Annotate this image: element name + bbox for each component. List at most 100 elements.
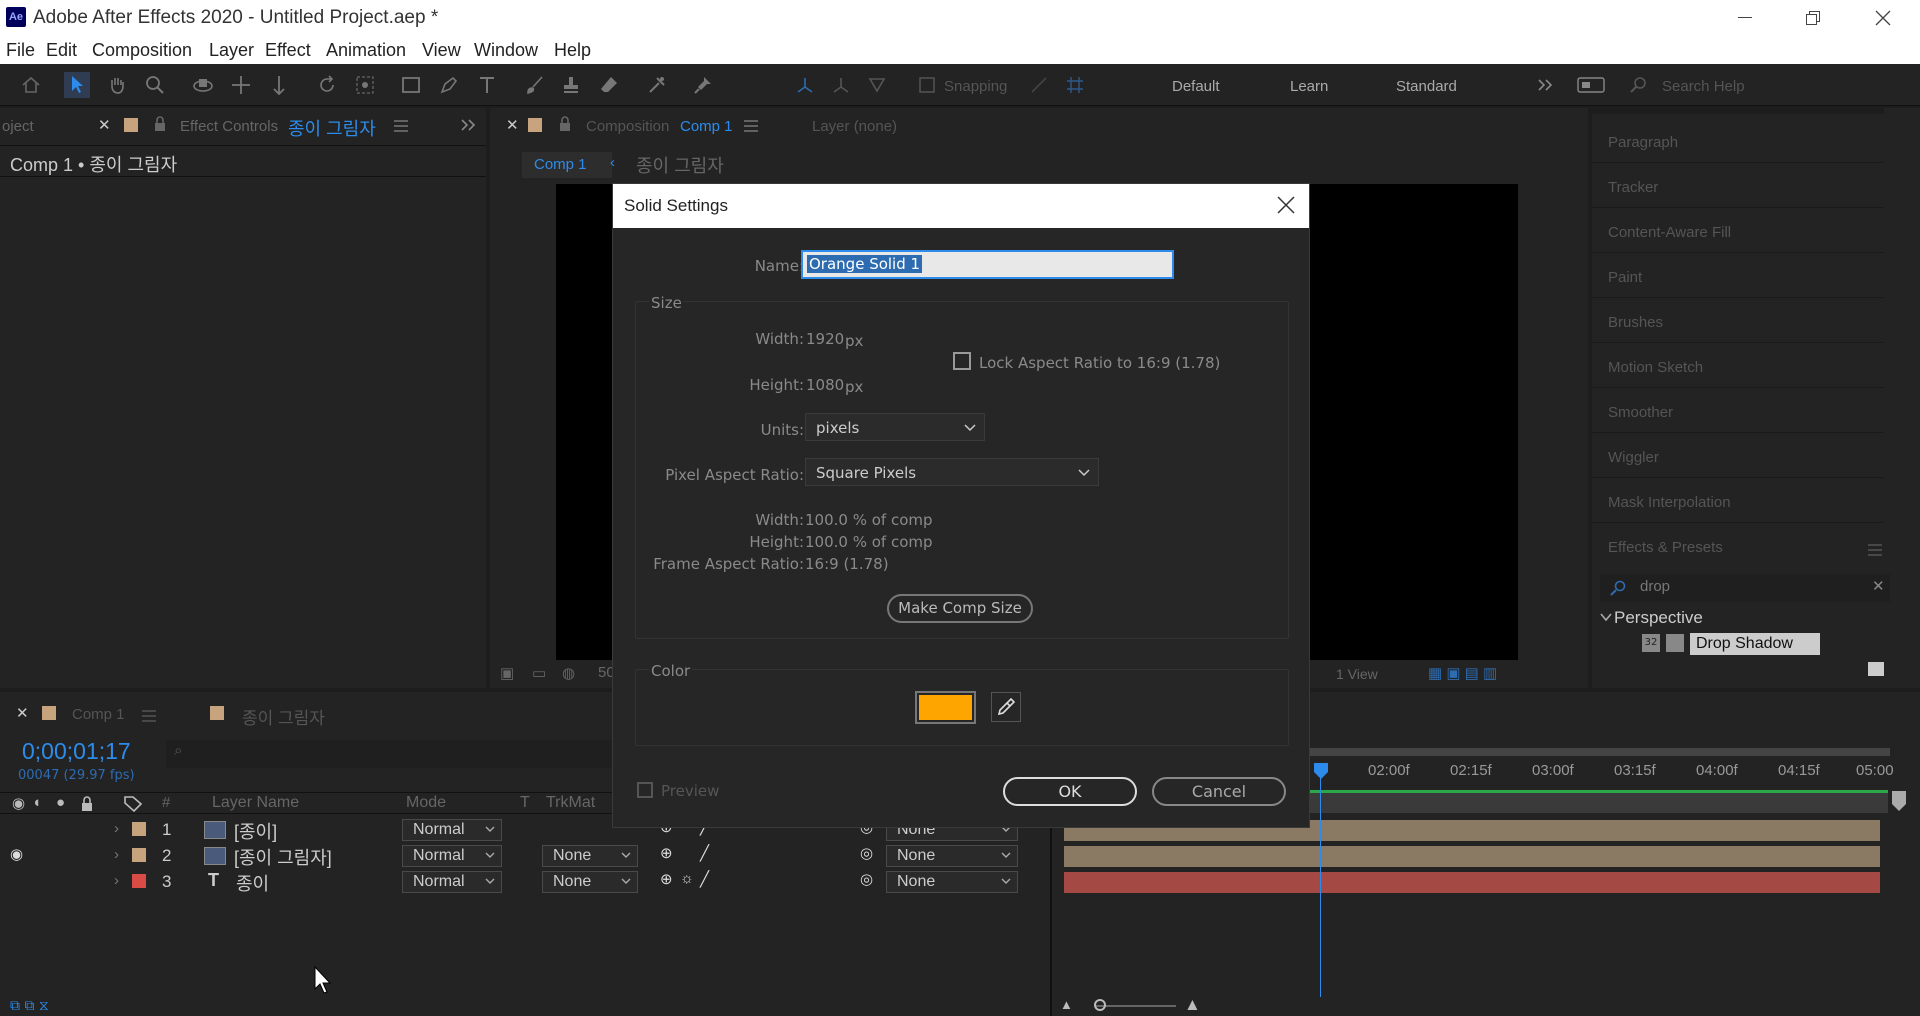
lock-icon[interactable] <box>80 796 94 812</box>
view-axis-icon[interactable] <box>864 72 890 98</box>
layer-label-color[interactable] <box>132 822 146 836</box>
tab-timeline-comp[interactable]: Comp 1 <box>72 706 125 723</box>
zoom-out-icon[interactable]: ▲ <box>1060 997 1073 1012</box>
expand-panels-icon[interactable] <box>460 118 476 132</box>
menu-file[interactable]: File <box>6 40 35 61</box>
menu-edit[interactable]: Edit <box>46 40 77 61</box>
more-workspaces-icon[interactable] <box>1532 72 1558 98</box>
tab-timeline-layer[interactable]: 종이 그림자 <box>242 704 325 729</box>
panel-menu-icon[interactable] <box>1868 544 1882 556</box>
layer-label-color[interactable] <box>132 874 146 888</box>
restore-button[interactable] <box>1784 0 1842 36</box>
channels-icon[interactable]: ◍ <box>562 664 575 682</box>
sync-settings-icon[interactable] <box>1576 72 1606 98</box>
workspace-default[interactable]: Default <box>1172 78 1220 95</box>
panel-mask-interpolation[interactable]: Mask Interpolation <box>1608 494 1731 511</box>
menu-help[interactable]: Help <box>554 40 591 61</box>
preview-checkbox[interactable] <box>637 782 653 798</box>
puppet-pin-tool-icon[interactable] <box>690 72 716 98</box>
world-axis-icon[interactable] <box>828 72 854 98</box>
cancel-button[interactable]: Cancel <box>1152 777 1286 806</box>
shy-switch-icon[interactable]: ⊕ <box>660 844 673 862</box>
brush-tool-icon[interactable] <box>522 72 548 98</box>
rectangle-tool-icon[interactable] <box>398 72 424 98</box>
playhead-line[interactable] <box>1320 764 1321 1016</box>
panel-menu-icon[interactable] <box>744 120 758 132</box>
panel-brushes[interactable]: Brushes <box>1608 314 1663 331</box>
layer-label-color[interactable] <box>132 848 146 862</box>
solo-icon[interactable]: ● <box>56 794 65 811</box>
panel-wiggler[interactable]: Wiggler <box>1608 449 1659 466</box>
expand-layer-icon[interactable]: › <box>114 872 119 889</box>
menu-layer[interactable]: Layer <box>209 40 254 61</box>
quality-switch-icon[interactable]: ╱ <box>700 844 709 862</box>
lock-icon[interactable] <box>153 116 167 132</box>
local-axis-icon[interactable] <box>792 72 818 98</box>
snap-feather-icon[interactable] <box>1026 72 1052 98</box>
panel-menu-icon[interactable] <box>142 710 156 722</box>
pen-tool-icon[interactable] <box>436 72 462 98</box>
orbit-camera-icon[interactable] <box>190 72 216 98</box>
timeline-footer-icons[interactable]: ⧉ ⧉ ⧖ <box>10 998 49 1014</box>
pan-behind-tool-icon[interactable] <box>352 72 378 98</box>
pan-camera-icon[interactable] <box>228 72 254 98</box>
layer-row-2[interactable]: ◉ › 2 [종이 그림자] Normal None ⊕ ╱ ◎ None <box>0 844 1050 869</box>
workspace-standard[interactable]: Standard <box>1396 78 1457 95</box>
menu-composition[interactable]: Composition <box>92 40 192 61</box>
roto-brush-tool-icon[interactable] <box>644 72 670 98</box>
panel-smoother[interactable]: Smoother <box>1608 404 1673 421</box>
work-area-bar[interactable] <box>1310 748 1890 756</box>
lock-icon[interactable] <box>558 116 572 132</box>
tab-layer[interactable]: Layer (none) <box>812 118 897 135</box>
layer-row-3[interactable]: › 3 T 종이 Normal None ⊕ ☼ ╱ ◎ None <box>0 870 1050 895</box>
clone-stamp-tool-icon[interactable] <box>558 72 584 98</box>
expand-layer-icon[interactable]: › <box>114 846 119 863</box>
height-value[interactable]: 1080 <box>806 376 844 394</box>
layer-mode-select[interactable]: Normal <box>402 819 502 841</box>
playhead-handle[interactable] <box>1313 762 1329 780</box>
layer-trkmat-select[interactable]: None <box>542 845 638 867</box>
tab-effect-controls-layer[interactable]: 종이 그림자 <box>288 115 376 141</box>
panel-menu-icon[interactable] <box>394 120 408 132</box>
parent-pickwhip-icon[interactable]: ◎ <box>860 870 873 888</box>
zoom-in-icon[interactable]: ▲ <box>1184 995 1201 1015</box>
lock-aspect-label[interactable]: Lock Aspect Ratio to 16:9 (1.78) <box>979 354 1220 372</box>
color-swatch[interactable] <box>915 691 976 724</box>
hand-tool-icon[interactable] <box>104 72 130 98</box>
selection-tool-icon[interactable] <box>64 72 90 98</box>
panel-content-aware-fill[interactable]: Content-Aware Fill <box>1608 224 1731 241</box>
workspace-learn[interactable]: Learn <box>1290 78 1328 95</box>
close-tab-icon[interactable]: ✕ <box>506 116 519 134</box>
display-icon[interactable]: ▭ <box>532 664 546 682</box>
search-help-icon[interactable] <box>1626 72 1652 98</box>
pixel-aspect-select[interactable]: Square Pixels <box>805 458 1099 486</box>
layer-parent-select[interactable]: None <box>886 871 1018 893</box>
close-window-button[interactable] <box>1854 0 1912 36</box>
name-input[interactable]: Orange Solid 1 <box>801 250 1174 279</box>
eye-icon[interactable]: ◉ <box>12 794 25 812</box>
layer-parent-select[interactable]: None <box>886 845 1018 867</box>
panel-motion-sketch[interactable]: Motion Sketch <box>1608 359 1703 376</box>
panel-paragraph[interactable]: Paragraph <box>1608 134 1678 151</box>
home-icon[interactable] <box>18 72 44 98</box>
zoom-slider-thumb[interactable] <box>1094 999 1106 1011</box>
menu-view[interactable]: View <box>422 40 461 61</box>
tab-effect-controls[interactable]: Effect Controls <box>180 118 278 135</box>
breadcrumb-layer[interactable]: 종이 그림자 <box>636 152 724 178</box>
menu-effect[interactable]: Effect <box>265 40 311 61</box>
close-tab-icon[interactable]: ✕ <box>16 704 29 722</box>
shy-switch-icon[interactable]: ⊕ <box>660 870 673 888</box>
eraser-tool-icon[interactable] <box>596 72 622 98</box>
panel-tracker[interactable]: Tracker <box>1608 179 1658 196</box>
layer-name[interactable]: 종이 <box>236 870 269 896</box>
visibility-eye-icon[interactable]: ◉ <box>10 845 23 863</box>
breadcrumb-comp[interactable]: Comp 1 <box>522 152 612 178</box>
close-tab-icon[interactable]: ✕ <box>98 116 111 134</box>
dialog-close-icon[interactable] <box>1277 196 1295 214</box>
view-icons[interactable]: ▦ ▣ ▤ ▥ <box>1428 664 1497 682</box>
comp-marker-bin-icon[interactable] <box>1890 790 1908 812</box>
make-comp-size-button[interactable]: Make Comp Size <box>887 594 1033 623</box>
effects-search-input[interactable]: drop <box>1640 578 1670 595</box>
new-bin-icon[interactable] <box>1868 662 1884 676</box>
clear-search-icon[interactable]: ✕ <box>1872 577 1885 595</box>
